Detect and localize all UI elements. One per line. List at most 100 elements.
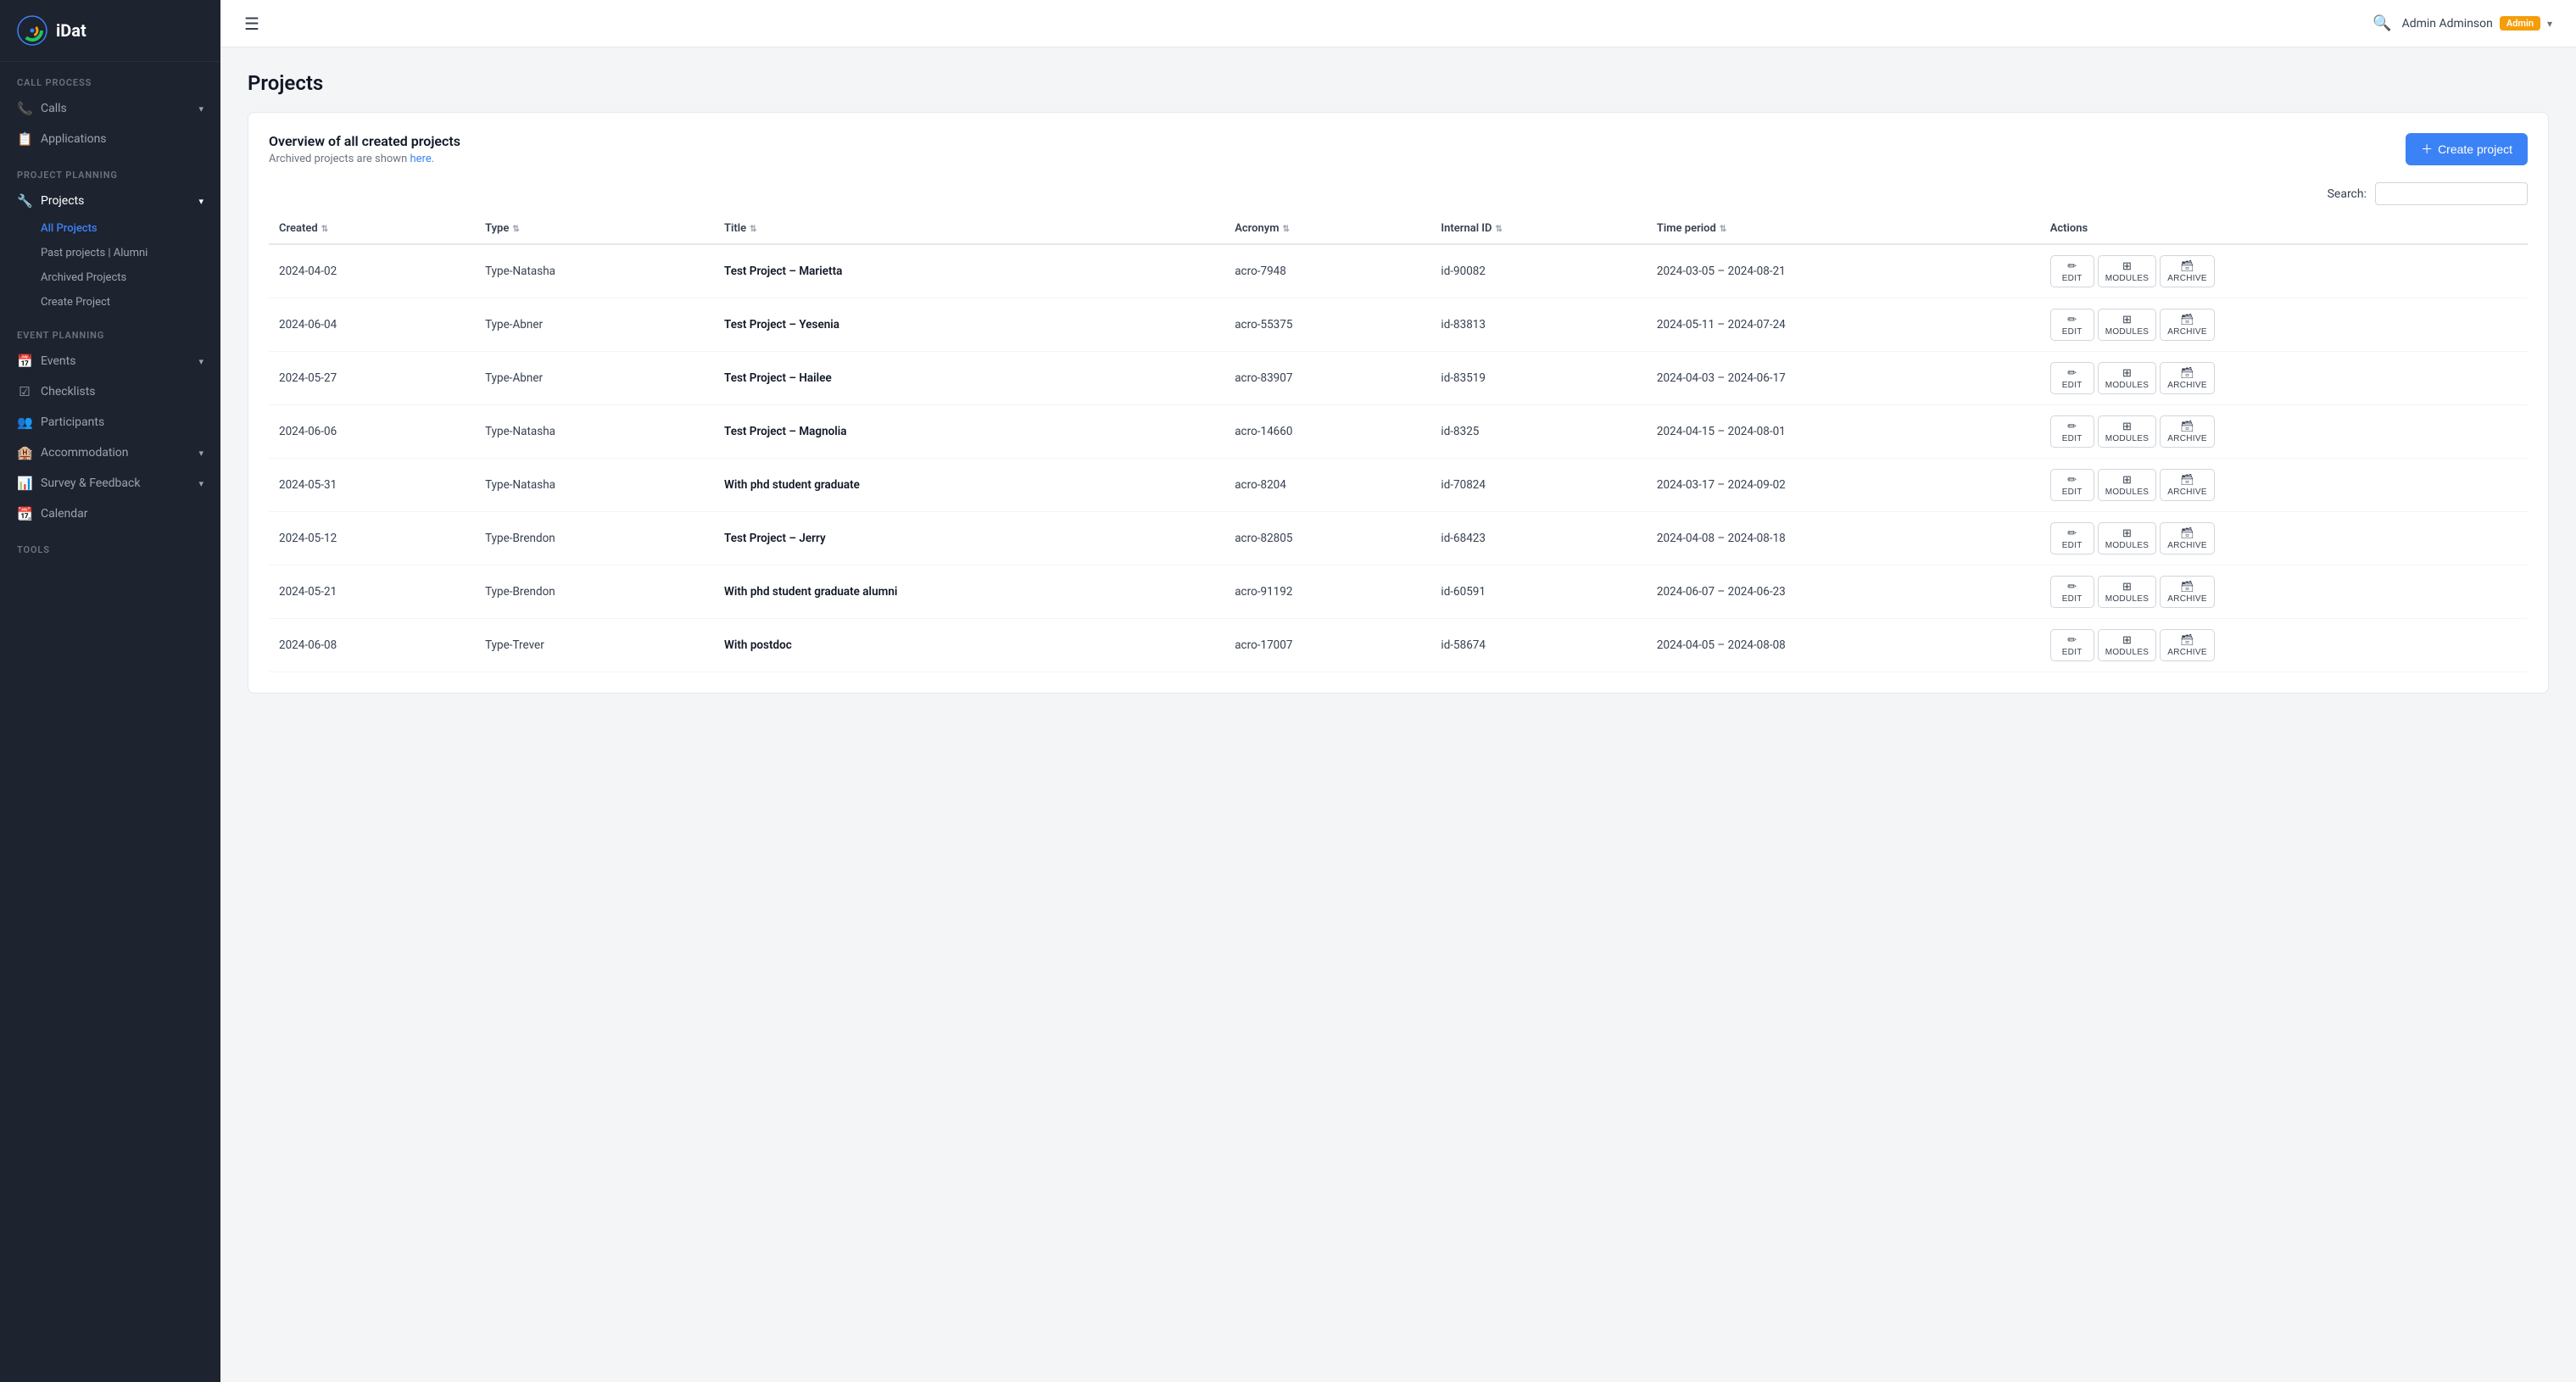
hamburger-menu-button[interactable]: ☰ <box>244 14 259 34</box>
sidebar-item-applications[interactable]: 📋 Applications <box>0 124 220 154</box>
cell-internal-id: id-83813 <box>1430 298 1646 352</box>
archive-button[interactable]: 🗃 ARCHIVE <box>2160 522 2215 554</box>
applications-icon: 📋 <box>17 131 32 147</box>
archive-button[interactable]: 🗃 ARCHIVE <box>2160 629 2215 661</box>
edit-label: EDIT <box>2062 488 2083 497</box>
cell-time-period: 2024-03-17 – 2024-09-02 <box>1647 459 2040 512</box>
chevron-down-icon: ▾ <box>198 196 204 207</box>
sidebar-sub-create-project[interactable]: Create Project <box>41 290 220 315</box>
modules-icon: ⊞ <box>2122 366 2132 380</box>
participants-icon: 👥 <box>17 415 32 430</box>
sidebar-item-checklists[interactable]: ☑ Checklists <box>0 376 220 407</box>
cell-actions: ✏ EDIT ⊞ MODULES 🗃 ARCHIVE <box>2040 619 2528 672</box>
edit-icon: ✏ <box>2067 259 2077 273</box>
edit-button[interactable]: ✏ EDIT <box>2050 415 2094 448</box>
modules-button[interactable]: ⊞ MODULES <box>2098 522 2157 554</box>
sidebar-item-events[interactable]: 📅 Events ▾ <box>0 346 220 376</box>
edit-button[interactable]: ✏ EDIT <box>2050 576 2094 608</box>
cell-title: Test Project – Hailee <box>714 352 1224 405</box>
sidebar-item-accommodation-label: Accommodation <box>41 446 129 460</box>
cell-created: 2024-05-21 <box>269 566 475 619</box>
edit-button[interactable]: ✏ EDIT <box>2050 469 2094 501</box>
modules-button[interactable]: ⊞ MODULES <box>2098 576 2157 608</box>
calendar-icon: 📆 <box>17 506 32 521</box>
modules-button[interactable]: ⊞ MODULES <box>2098 469 2157 501</box>
table-row: 2024-05-27 Type-Abner Test Project – Hai… <box>269 352 2528 405</box>
cell-type: Type-Natasha <box>475 244 714 298</box>
sidebar-item-calendar[interactable]: 📆 Calendar <box>0 499 220 529</box>
archive-button[interactable]: 🗃 ARCHIVE <box>2160 309 2215 341</box>
sidebar-item-calls[interactable]: 📞 Calls ▾ <box>0 93 220 124</box>
sidebar-item-accommodation[interactable]: 🏨 Accommodation ▾ <box>0 437 220 468</box>
archived-link[interactable]: here. <box>410 153 434 165</box>
edit-label: EDIT <box>2062 648 2083 657</box>
user-dropdown-button[interactable]: ▾ <box>2547 18 2552 30</box>
table-row: 2024-04-02 Type-Natasha Test Project – M… <box>269 244 2528 298</box>
edit-icon: ✏ <box>2067 420 2077 433</box>
sidebar-item-projects-label: Projects <box>41 194 84 208</box>
cell-time-period: 2024-06-07 – 2024-06-23 <box>1647 566 2040 619</box>
sidebar-item-survey-feedback-label: Survey & Feedback <box>41 476 140 490</box>
search-row: Search: <box>269 182 2528 205</box>
sidebar-sub-all-projects[interactable]: All Projects <box>41 216 220 241</box>
search-input[interactable] <box>2375 182 2528 205</box>
cell-time-period: 2024-05-11 – 2024-07-24 <box>1647 298 2040 352</box>
subtitle-prefix: Archived projects are shown <box>269 153 410 165</box>
edit-icon: ✏ <box>2067 633 2077 647</box>
create-project-button[interactable]: ＋ Create project <box>2406 133 2528 165</box>
edit-button[interactable]: ✏ EDIT <box>2050 362 2094 394</box>
modules-button[interactable]: ⊞ MODULES <box>2098 362 2157 394</box>
cell-created: 2024-05-12 <box>269 512 475 566</box>
edit-label: EDIT <box>2062 434 2083 443</box>
archive-button[interactable]: 🗃 ARCHIVE <box>2160 255 2215 287</box>
edit-button[interactable]: ✏ EDIT <box>2050 522 2094 554</box>
calls-icon: 📞 <box>17 101 32 116</box>
projects-card: Overview of all created projects Archive… <box>248 112 2549 694</box>
modules-icon: ⊞ <box>2122 313 2132 326</box>
search-icon[interactable]: 🔍 <box>2372 14 2391 32</box>
projects-table: Created⇅ Type⇅ Title⇅ Acronym⇅ Internal … <box>269 214 2528 672</box>
modules-button[interactable]: ⊞ MODULES <box>2098 255 2157 287</box>
archive-button[interactable]: 🗃 ARCHIVE <box>2160 576 2215 608</box>
archive-button[interactable]: 🗃 ARCHIVE <box>2160 415 2215 448</box>
sidebar-item-survey-feedback[interactable]: 📊 Survey & Feedback ▾ <box>0 468 220 499</box>
modules-button[interactable]: ⊞ MODULES <box>2098 629 2157 661</box>
cell-title: With phd student graduate <box>714 459 1224 512</box>
events-icon: 📅 <box>17 354 32 369</box>
sidebar-sub-past-projects[interactable]: Past projects | Alumni <box>41 241 220 265</box>
cell-type: Type-Abner <box>475 352 714 405</box>
col-actions: Actions <box>2040 214 2528 244</box>
sidebar-item-projects[interactable]: 🔧 Projects ▾ <box>0 186 220 216</box>
sidebar-section-event-planning: Event Planning <box>0 315 220 346</box>
modules-label: MODULES <box>2105 381 2149 390</box>
topbar: ☰ 🔍 Admin Adminson Admin ▾ <box>220 0 2576 47</box>
sidebar-item-participants[interactable]: 👥 Participants <box>0 407 220 437</box>
admin-badge: Admin <box>2500 16 2540 31</box>
modules-label: MODULES <box>2105 488 2149 497</box>
user-name: Admin Adminson <box>2402 17 2493 31</box>
table-row: 2024-06-08 Type-Trever With postdoc acro… <box>269 619 2528 672</box>
edit-button[interactable]: ✏ EDIT <box>2050 255 2094 287</box>
col-title: Title⇅ <box>714 214 1224 244</box>
archive-icon: 🗃 <box>2180 633 2194 647</box>
archive-button[interactable]: 🗃 ARCHIVE <box>2160 362 2215 394</box>
col-internal-id: Internal ID⇅ <box>1430 214 1646 244</box>
modules-button[interactable]: ⊞ MODULES <box>2098 309 2157 341</box>
cell-internal-id: id-58674 <box>1430 619 1646 672</box>
cell-created: 2024-06-06 <box>269 405 475 459</box>
cell-title: Test Project – Jerry <box>714 512 1224 566</box>
cell-internal-id: id-60591 <box>1430 566 1646 619</box>
table-row: 2024-05-12 Type-Brendon Test Project – J… <box>269 512 2528 566</box>
cell-acronym: acro-55375 <box>1224 298 1430 352</box>
edit-button[interactable]: ✏ EDIT <box>2050 309 2094 341</box>
sidebar-sub-archived-projects[interactable]: Archived Projects <box>41 265 220 290</box>
cell-internal-id: id-83519 <box>1430 352 1646 405</box>
cell-acronym: acro-91192 <box>1224 566 1430 619</box>
survey-icon: 📊 <box>17 476 32 491</box>
topbar-user: Admin Adminson Admin ▾ <box>2402 16 2552 31</box>
modules-button[interactable]: ⊞ MODULES <box>2098 415 2157 448</box>
edit-button[interactable]: ✏ EDIT <box>2050 629 2094 661</box>
col-type: Type⇅ <box>475 214 714 244</box>
archive-button[interactable]: 🗃 ARCHIVE <box>2160 469 2215 501</box>
accommodation-icon: 🏨 <box>17 445 32 460</box>
